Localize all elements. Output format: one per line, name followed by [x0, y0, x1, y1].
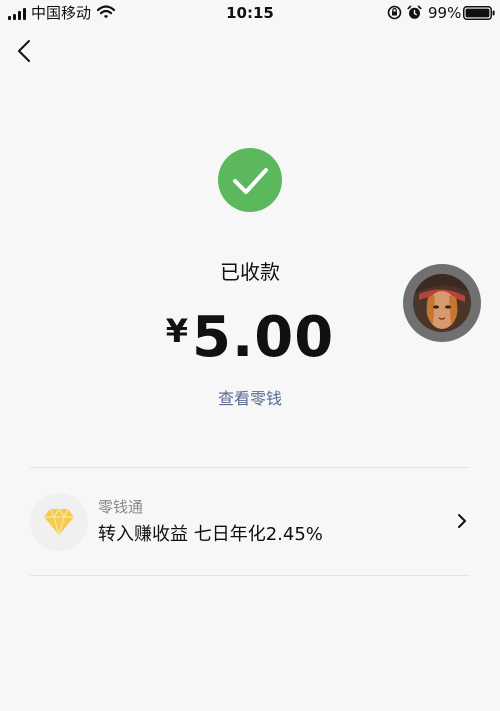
diamond-icon [44, 508, 74, 536]
lingqiantong-icon-wrapper [30, 493, 88, 551]
currency-symbol: ¥ [165, 312, 189, 350]
status-time: 10:15 [226, 4, 274, 22]
card-bottom-divider [30, 575, 470, 576]
lingqiantong-title: 零钱通 [98, 498, 144, 516]
amount-value: 5.00 [192, 305, 335, 370]
back-button[interactable] [14, 38, 38, 64]
lingqiantong-card[interactable]: 零钱通 转入赚收益 七日年化2.45% [30, 468, 470, 575]
alarm-icon [407, 5, 422, 19]
rotation-lock-icon [387, 5, 402, 20]
battery-icon [463, 6, 495, 20]
avatar[interactable] [403, 264, 481, 342]
chevron-left-icon [18, 40, 30, 62]
avatar-image [413, 274, 471, 332]
status-bar: 中国移动 10:15 99% [0, 0, 500, 26]
checkmark-circle-icon [218, 148, 282, 212]
view-change-link[interactable]: 查看零钱 [0, 388, 500, 410]
chevron-right-icon [458, 514, 466, 528]
lingqiantong-description: 转入赚收益 七日年化2.45% [98, 524, 323, 545]
battery-percent: 99% [428, 4, 462, 22]
